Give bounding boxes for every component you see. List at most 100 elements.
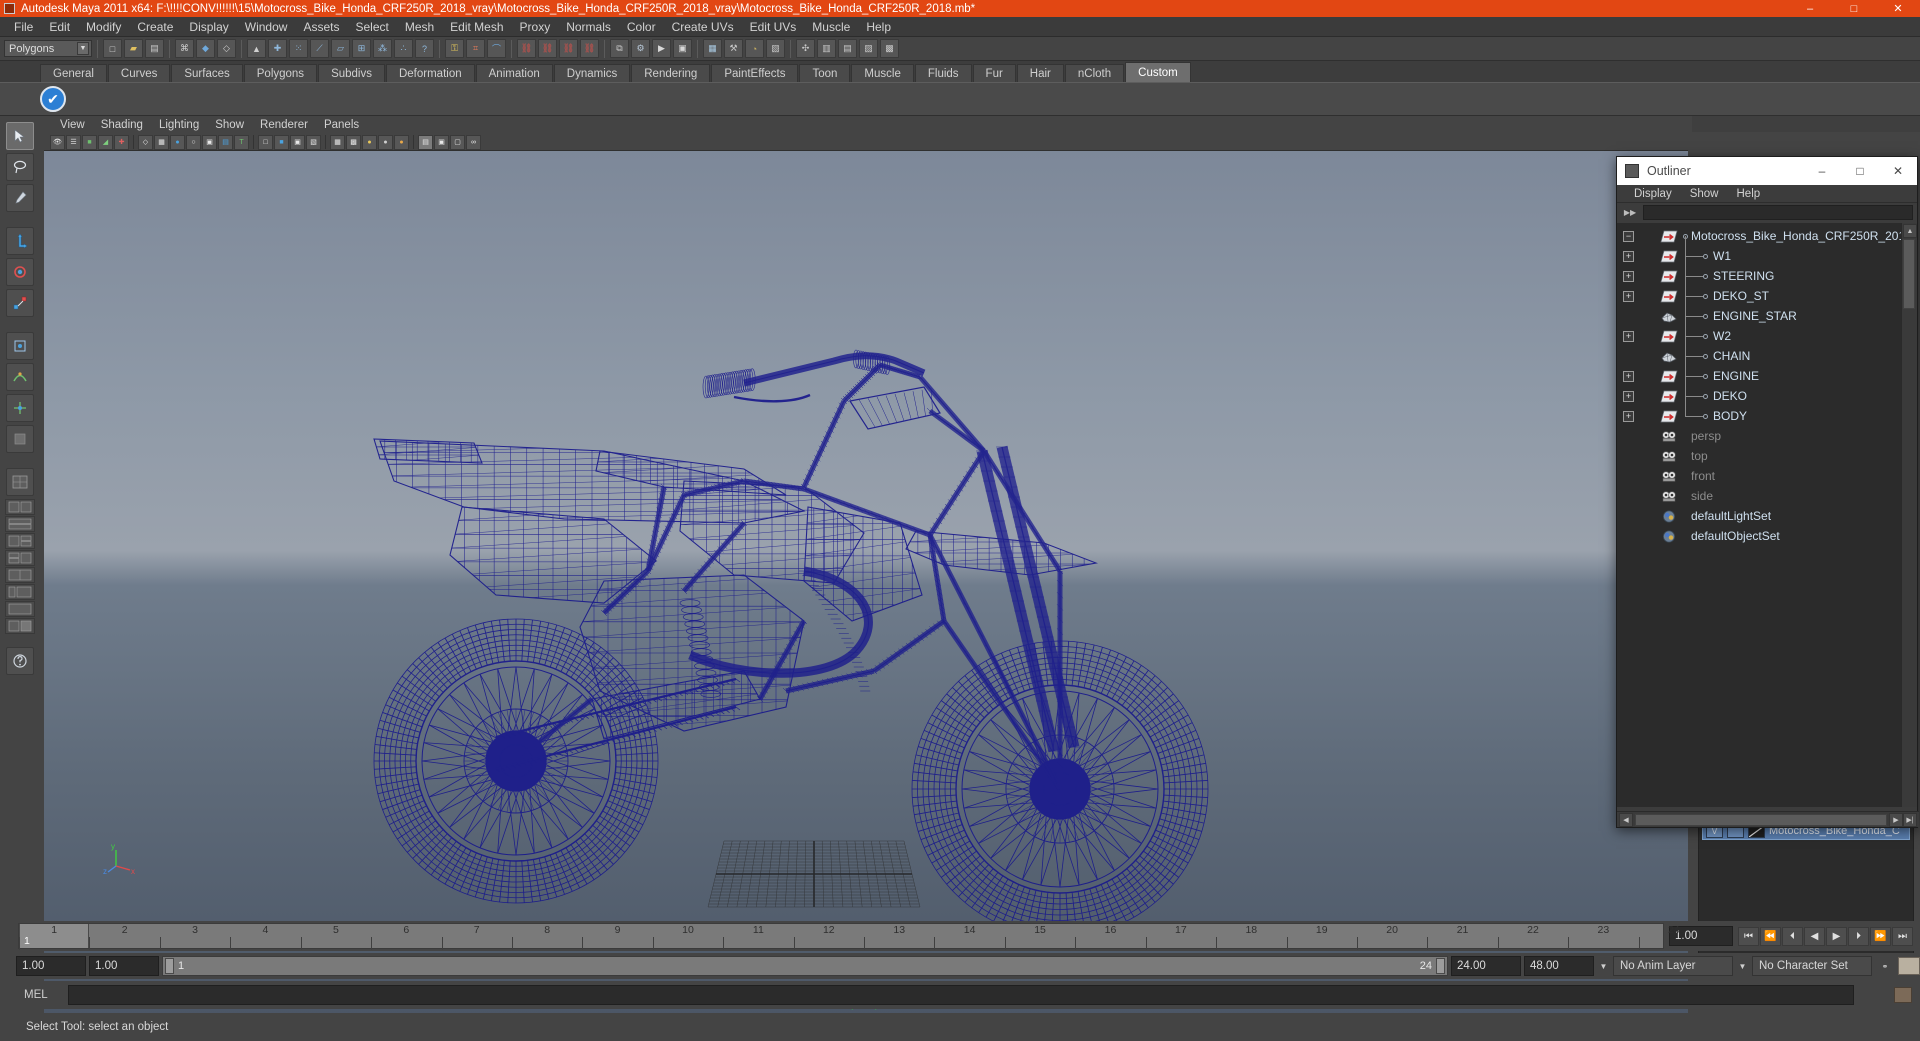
- menu-select[interactable]: Select: [347, 18, 396, 36]
- hotbox-help-button[interactable]: [6, 647, 34, 675]
- maximize-button[interactable]: □: [1832, 0, 1876, 17]
- lock-icon[interactable]: ⚿: [445, 39, 464, 58]
- construction-history-icon[interactable]: ⧉: [610, 39, 629, 58]
- select-by-hierarchy-icon[interactable]: ⌘: [175, 39, 194, 58]
- ipr-icon[interactable]: ▣: [673, 39, 692, 58]
- menu-proxy[interactable]: Proxy: [512, 18, 559, 36]
- lighting-icon[interactable]: ●: [362, 134, 377, 150]
- time-slider-track[interactable]: 1 1 2 3 4 5 6 7 8 9 10 11 12 13 14 15 16 17 18 19 20 21 22 23 2…: [18, 923, 1680, 950]
- outliner-window[interactable]: Outliner – □ ✕ Display Show Help ▶▶ − Motoc…: [1616, 156, 1919, 828]
- batch-render-icon[interactable]: ▧: [766, 39, 785, 58]
- anim-layer-chevron-icon[interactable]: ▼: [1597, 960, 1610, 973]
- layout-preset-5[interactable]: [5, 567, 35, 583]
- fast-forward-icon[interactable]: ▶▶: [1621, 205, 1639, 219]
- minimize-button[interactable]: –: [1788, 0, 1832, 17]
- snap-grid-icon[interactable]: ⌗: [466, 39, 485, 58]
- menu-edit-mesh[interactable]: Edit Mesh: [442, 18, 511, 36]
- universal-manipulator-button[interactable]: [6, 332, 34, 360]
- safe-title-icon[interactable]: T: [234, 134, 249, 150]
- menu-create[interactable]: Create: [129, 18, 181, 36]
- channel-box-icon[interactable]: ▤: [838, 39, 857, 58]
- shelf-tab-subdivs[interactable]: Subdivs: [318, 64, 385, 82]
- shelf-tab-deformation[interactable]: Deformation: [385, 64, 475, 82]
- outliner-item-W1[interactable]: + W1: [1617, 246, 1903, 266]
- menu-create-uvs[interactable]: Create UVs: [664, 18, 742, 36]
- save-scene-icon[interactable]: ▤: [145, 39, 164, 58]
- use-all-lights-icon[interactable]: ●: [378, 134, 393, 150]
- expand-icon[interactable]: +: [1623, 390, 1634, 402]
- safe-action-icon[interactable]: ▤: [218, 134, 233, 150]
- magnet-live-icon[interactable]: ⛓: [580, 39, 599, 58]
- outliner-item-BODY[interactable]: + BODY: [1617, 406, 1903, 426]
- viewport-menu-lighting[interactable]: Lighting: [151, 118, 207, 132]
- move-tool-button[interactable]: [6, 227, 34, 255]
- expand-icon[interactable]: +: [1623, 370, 1634, 382]
- layout-preset-4[interactable]: [5, 550, 35, 566]
- outliner-item-persp[interactable]: persp: [1617, 426, 1903, 446]
- select-by-object-icon[interactable]: ◆: [196, 39, 215, 58]
- show-manipulator-tool-button[interactable]: [6, 394, 34, 422]
- last-tool-used-button[interactable]: [6, 425, 34, 453]
- menu-display[interactable]: Display: [181, 18, 236, 36]
- character-set-field[interactable]: No Character Set: [1752, 956, 1872, 976]
- outliner-item-defaultObjectSet[interactable]: defaultObjectSet: [1617, 526, 1903, 546]
- resolution-gate-icon[interactable]: ●: [170, 134, 185, 150]
- shelf-tab-painteffects[interactable]: PaintEffects: [711, 64, 799, 82]
- render-icon[interactable]: ▶: [652, 39, 671, 58]
- shelf-tab-animation[interactable]: Animation: [475, 64, 553, 82]
- show-manip-icon[interactable]: ✣: [796, 39, 815, 58]
- range-end-handle[interactable]: [1436, 958, 1445, 974]
- outliner-scroll-thumb[interactable]: [1903, 239, 1915, 309]
- shelf-tab-surfaces[interactable]: Surfaces: [171, 64, 243, 82]
- anim-layer-field[interactable]: No Anim Layer: [1613, 956, 1733, 976]
- image-plane-icon[interactable]: ◢: [98, 134, 113, 150]
- outliner-item-top[interactable]: top: [1617, 446, 1903, 466]
- rotate-tool-button[interactable]: [6, 258, 34, 286]
- outliner-minimize-button[interactable]: –: [1803, 157, 1841, 185]
- new-scene-icon[interactable]: □: [103, 39, 122, 58]
- menu-color[interactable]: Color: [619, 18, 664, 36]
- outliner-menu-display[interactable]: Display: [1625, 187, 1681, 201]
- grid-display-icon[interactable]: ◇: [138, 134, 153, 150]
- hud-icon[interactable]: ∞: [466, 134, 481, 150]
- magnet-view-icon[interactable]: ⛓: [538, 39, 557, 58]
- animation-preferences-icon[interactable]: [1898, 957, 1920, 975]
- outliner-menu-help[interactable]: Help: [1728, 187, 1770, 201]
- command-input[interactable]: [68, 985, 1854, 1005]
- layout-preset-2[interactable]: [5, 516, 35, 532]
- handles-icon[interactable]: ✚: [268, 39, 287, 58]
- viewport-3d[interactable]: y x z persp: [44, 151, 1688, 1020]
- outliner-item-side[interactable]: side: [1617, 486, 1903, 506]
- outliner-tree[interactable]: − Motocross_Bike_Honda_CRF250R_2018 + W1 + ST…: [1617, 223, 1903, 807]
- range-slider-bar[interactable]: 1 24: [162, 956, 1448, 976]
- layout-preset-7[interactable]: [5, 601, 35, 617]
- tool-settings-icon[interactable]: ▩: [880, 39, 899, 58]
- scale-tool-button[interactable]: [6, 289, 34, 317]
- shelf-tab-custom[interactable]: Custom: [1125, 62, 1191, 82]
- scroll-left-icon[interactable]: ◀: [1619, 812, 1633, 827]
- close-button[interactable]: ✕: [1876, 0, 1920, 17]
- render-settings-icon[interactable]: ⚒: [724, 39, 743, 58]
- shelf-tab-fluids[interactable]: Fluids: [914, 64, 972, 82]
- outliner-item-DEKO_ST[interactable]: + DEKO_ST: [1617, 286, 1903, 306]
- lasso-tool-button[interactable]: [6, 153, 34, 181]
- lines-icon[interactable]: ⟋: [310, 39, 329, 58]
- go-to-end-button[interactable]: ⏭: [1892, 926, 1913, 946]
- menu-help[interactable]: Help: [858, 18, 899, 36]
- outliner-hscrollbar[interactable]: ◀ ▶ ▶|: [1617, 811, 1919, 827]
- shelf-tab-dynamics[interactable]: Dynamics: [553, 64, 631, 82]
- shelf-tab-hair[interactable]: Hair: [1016, 64, 1064, 82]
- step-forward-frame-button[interactable]: ⏩: [1870, 926, 1891, 946]
- animation-end-time-field[interactable]: 48.00: [1524, 956, 1594, 976]
- viewport-menu-view[interactable]: View: [52, 118, 93, 132]
- isolate-select-icon[interactable]: ▢: [450, 134, 465, 150]
- flat-shade-icon[interactable]: ▧: [306, 134, 321, 150]
- attribute-editor-icon[interactable]: ▨: [859, 39, 878, 58]
- shelf-tab-general[interactable]: General: [40, 64, 107, 82]
- menu-assets[interactable]: Assets: [295, 18, 347, 36]
- viewport-menu-shading[interactable]: Shading: [93, 118, 151, 132]
- select-camera-icon[interactable]: 👁: [50, 134, 65, 150]
- expand-icon[interactable]: +: [1623, 410, 1634, 422]
- hilite-icon[interactable]: ▲: [247, 39, 266, 58]
- shelf-tab-rendering[interactable]: Rendering: [631, 64, 711, 82]
